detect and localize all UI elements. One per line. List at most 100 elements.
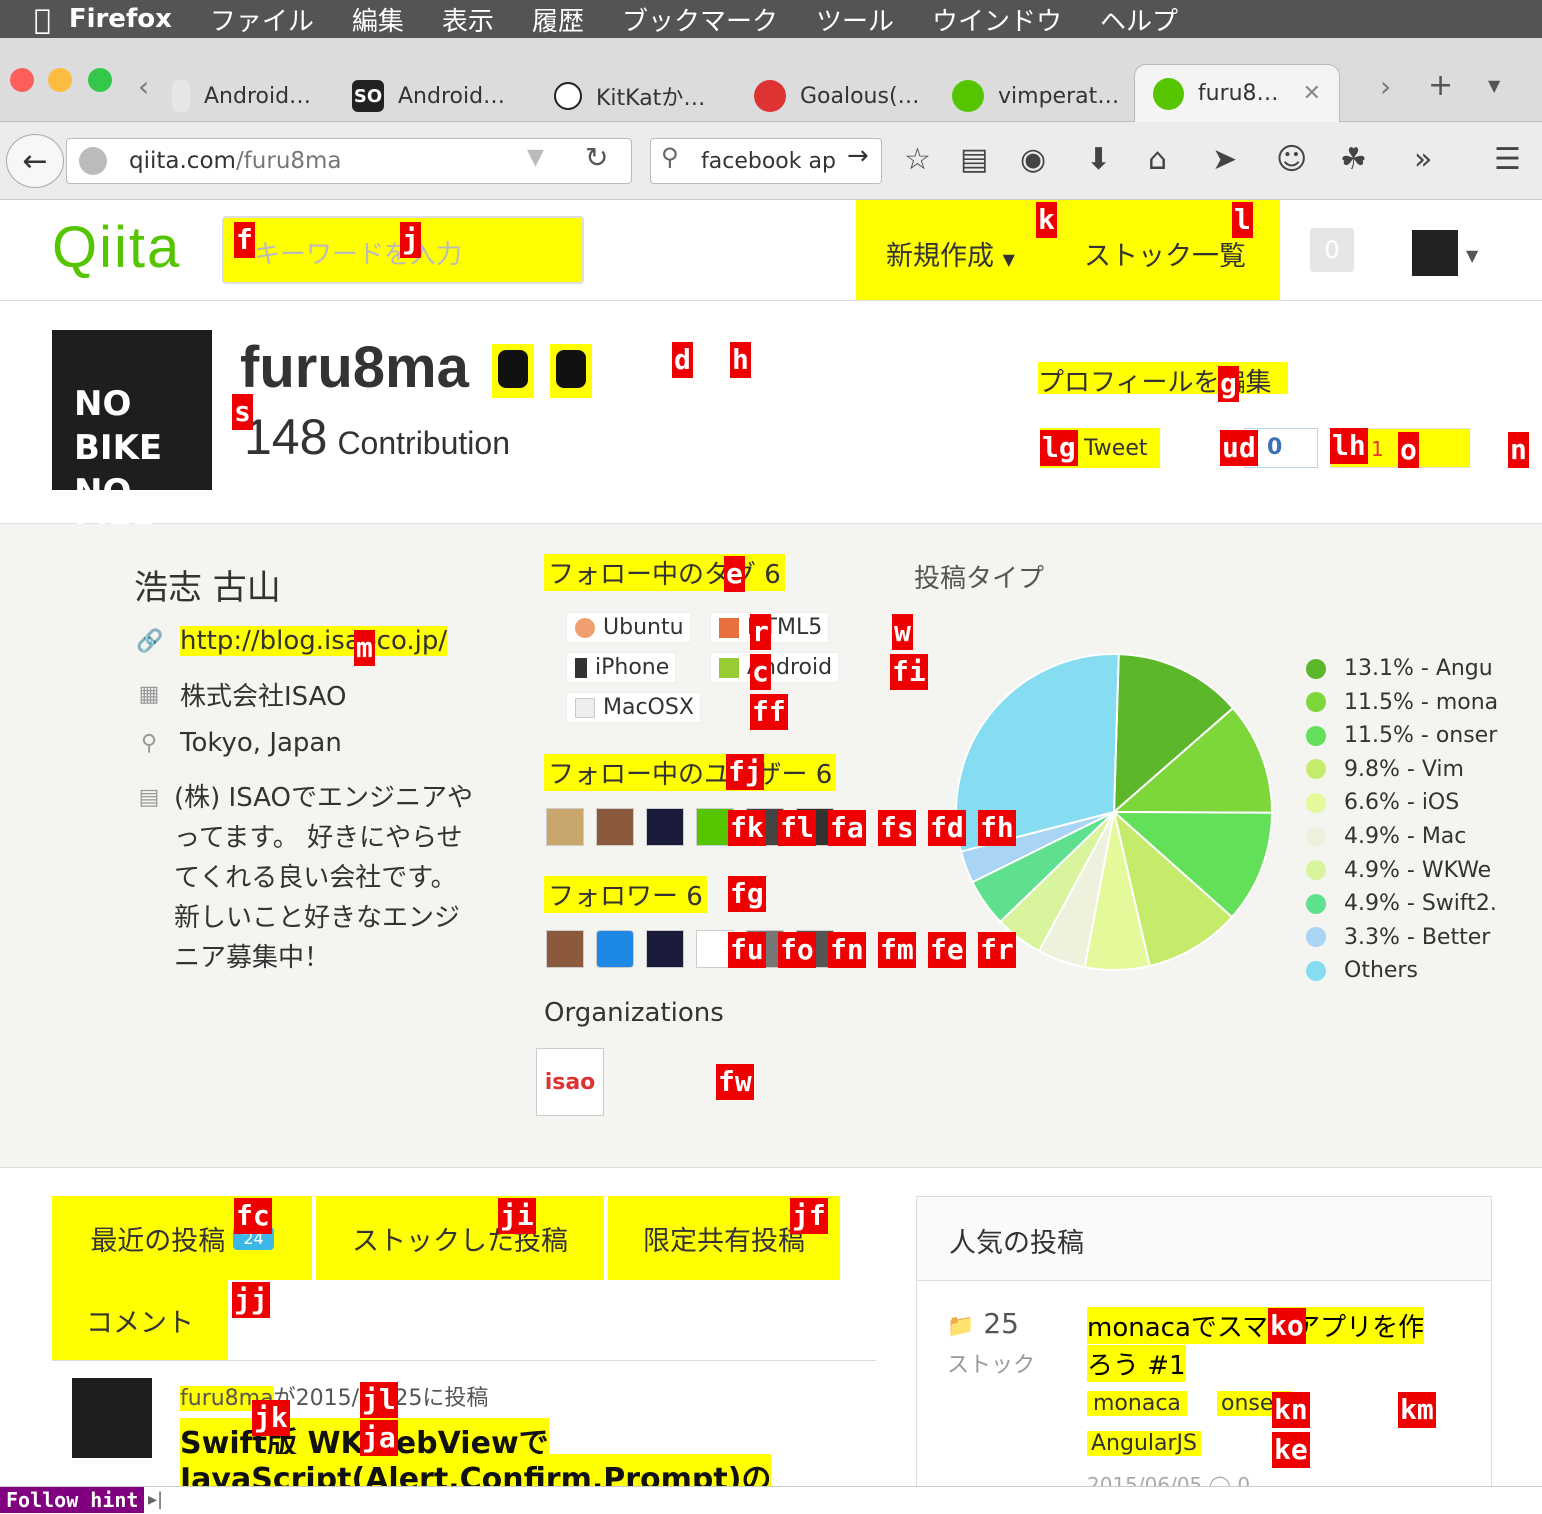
hint-label-lg[interactable]: lg [1040,430,1078,466]
hint-label-fs[interactable]: fs [878,810,916,846]
menu-edit[interactable]: 編集 [352,1,404,38]
hint-label-ud[interactable]: ud [1220,430,1258,466]
tag-iphone[interactable]: iPhone [566,652,677,683]
evernote-icon[interactable]: ☘ [1340,142,1367,177]
hint-label-g[interactable]: g [1218,366,1239,402]
hint-label-ko[interactable]: ko [1268,1308,1306,1344]
tabs-scroll-left-icon[interactable]: ‹ [138,70,149,103]
twitter-link[interactable] [550,344,592,398]
hint-label-fg[interactable]: fg [728,876,766,912]
new-post-button[interactable]: 新規作成 ▼ [886,234,1015,273]
new-tab-icon[interactable]: + [1428,68,1453,103]
hint-label-fm[interactable]: fm [878,932,916,968]
organization-logo[interactable]: isao [536,1048,604,1116]
menu-window[interactable]: ウインドウ [932,1,1062,38]
hint-label-fh[interactable]: fh [978,810,1016,846]
hint-label-fw[interactable]: fw [716,1064,754,1100]
close-window-button[interactable] [10,68,34,92]
reload-icon[interactable]: ↻ [585,141,608,174]
tab-1[interactable]: Android… [172,74,311,118]
hint-label-fc[interactable]: fc [234,1198,272,1234]
post-author-avatar[interactable] [72,1378,152,1458]
following-user-avatar[interactable] [646,808,684,846]
minimize-window-button[interactable] [48,68,72,92]
hint-label-fl[interactable]: fl [778,810,816,846]
hint-label-fn[interactable]: fn [828,932,866,968]
back-button[interactable]: ← [6,134,64,188]
apple-icon[interactable]:  [34,3,51,36]
zoom-window-button[interactable] [88,68,112,92]
home-icon[interactable]: ⌂ [1148,142,1167,177]
following-user-avatar[interactable] [596,808,634,846]
tab-stocked-posts[interactable]: ストックした投稿 [316,1196,604,1280]
user-menu-caret-icon[interactable]: ▼ [1466,246,1478,265]
tag-ubuntu[interactable]: Ubuntu [566,612,691,643]
hint-label-s[interactable]: s [232,394,253,430]
hint-label-f[interactable]: f [234,222,255,258]
popular-tag[interactable]: monaca [1087,1391,1187,1416]
chat-icon[interactable]: ☺ [1276,142,1307,177]
bookmarks-menu-icon[interactable]: ▤ [960,142,988,177]
menu-view[interactable]: 表示 [442,1,494,38]
hint-label-m[interactable]: m [354,630,375,666]
hint-label-fk[interactable]: fk [728,810,766,846]
hint-label-kn[interactable]: kn [1272,1392,1310,1428]
app-menu[interactable]: Firefox [69,4,172,34]
follower-avatar[interactable] [546,930,584,968]
search-go-icon[interactable]: → [847,141,869,171]
hint-label-k[interactable]: k [1036,202,1057,238]
hint-label-l[interactable]: l [1232,202,1253,238]
following-tags-title[interactable]: フォロー中のタグ 6 [544,554,785,591]
hint-label-h[interactable]: h [730,342,751,378]
hint-label-fj[interactable]: fj [726,754,764,790]
hint-label-km[interactable]: km [1398,1392,1436,1428]
hint-label-fa[interactable]: fa [828,810,866,846]
tab-active[interactable]: furu8… ✕ [1134,64,1340,122]
url-bar[interactable]: qiita.com/furu8ma ▼ ↻ [66,138,632,184]
hint-label-fu[interactable]: fu [728,932,766,968]
following-users-title[interactable]: フォロー中のユーザー 6 [544,754,837,791]
close-tab-icon[interactable]: ✕ [1303,81,1321,106]
hint-label-fd[interactable]: fd [928,810,966,846]
hint-label-fe[interactable]: fe [928,932,966,968]
menu-bookmarks[interactable]: ブックマーク [622,1,778,38]
edit-profile-link[interactable]: プロフィールを編集 [1038,362,1288,398]
follower-avatar[interactable] [646,930,684,968]
tabs-scroll-right-icon[interactable]: › [1380,70,1391,103]
hint-label-ji[interactable]: ji [498,1198,536,1234]
popular-tag[interactable]: AngularJS [1087,1431,1201,1456]
popular-post-title[interactable]: monacaでスマホアプリを作 [1087,1307,1425,1344]
hint-label-n[interactable]: n [1508,432,1529,468]
github-link[interactable] [492,344,534,398]
tab-2[interactable]: SO Android… [352,74,505,118]
stock-list-link[interactable]: ストック一覧 [1084,234,1246,273]
hint-label-fr[interactable]: fr [978,932,1016,968]
hint-label-ja[interactable]: ja [360,1420,398,1456]
hint-label-c[interactable]: c [750,654,771,690]
following-user-avatar[interactable] [546,808,584,846]
hint-label-o[interactable]: o [1398,432,1419,468]
hint-label-jf[interactable]: jf [790,1198,828,1234]
menu-tools[interactable]: ツール [816,1,894,38]
command-prompt-icon[interactable]: ▸| [148,1489,163,1510]
tab-4[interactable]: Goalous(… [754,74,920,118]
menu-file[interactable]: ファイル [210,1,314,38]
hint-label-e[interactable]: e [724,556,745,592]
hamburger-menu-icon[interactable]: ☰ [1494,142,1521,177]
tab-3[interactable]: KitKatか… [554,74,705,118]
hint-label-jl[interactable]: jl [360,1382,398,1418]
hint-label-lh[interactable]: lh [1330,428,1368,464]
notification-badge[interactable]: 0 [1310,228,1354,272]
hint-label-fo[interactable]: fo [778,932,816,968]
qiita-logo[interactable]: Qiita [52,214,181,281]
overflow-icon[interactable]: » [1414,142,1432,177]
hint-label-jk[interactable]: jk [252,1400,290,1436]
menu-help[interactable]: ヘルプ [1100,1,1178,38]
tag-macosx[interactable]: MacOSX [566,692,701,723]
website-link[interactable]: http://blog.isaoco.jp/ [180,626,448,656]
url-dropdown-icon[interactable]: ▼ [527,145,544,170]
hint-label-w[interactable]: w [892,614,913,650]
followers-title[interactable]: フォロワー 6 [544,876,707,913]
tab-comments[interactable]: コメント [52,1280,228,1360]
hint-label-r[interactable]: r [750,614,771,650]
